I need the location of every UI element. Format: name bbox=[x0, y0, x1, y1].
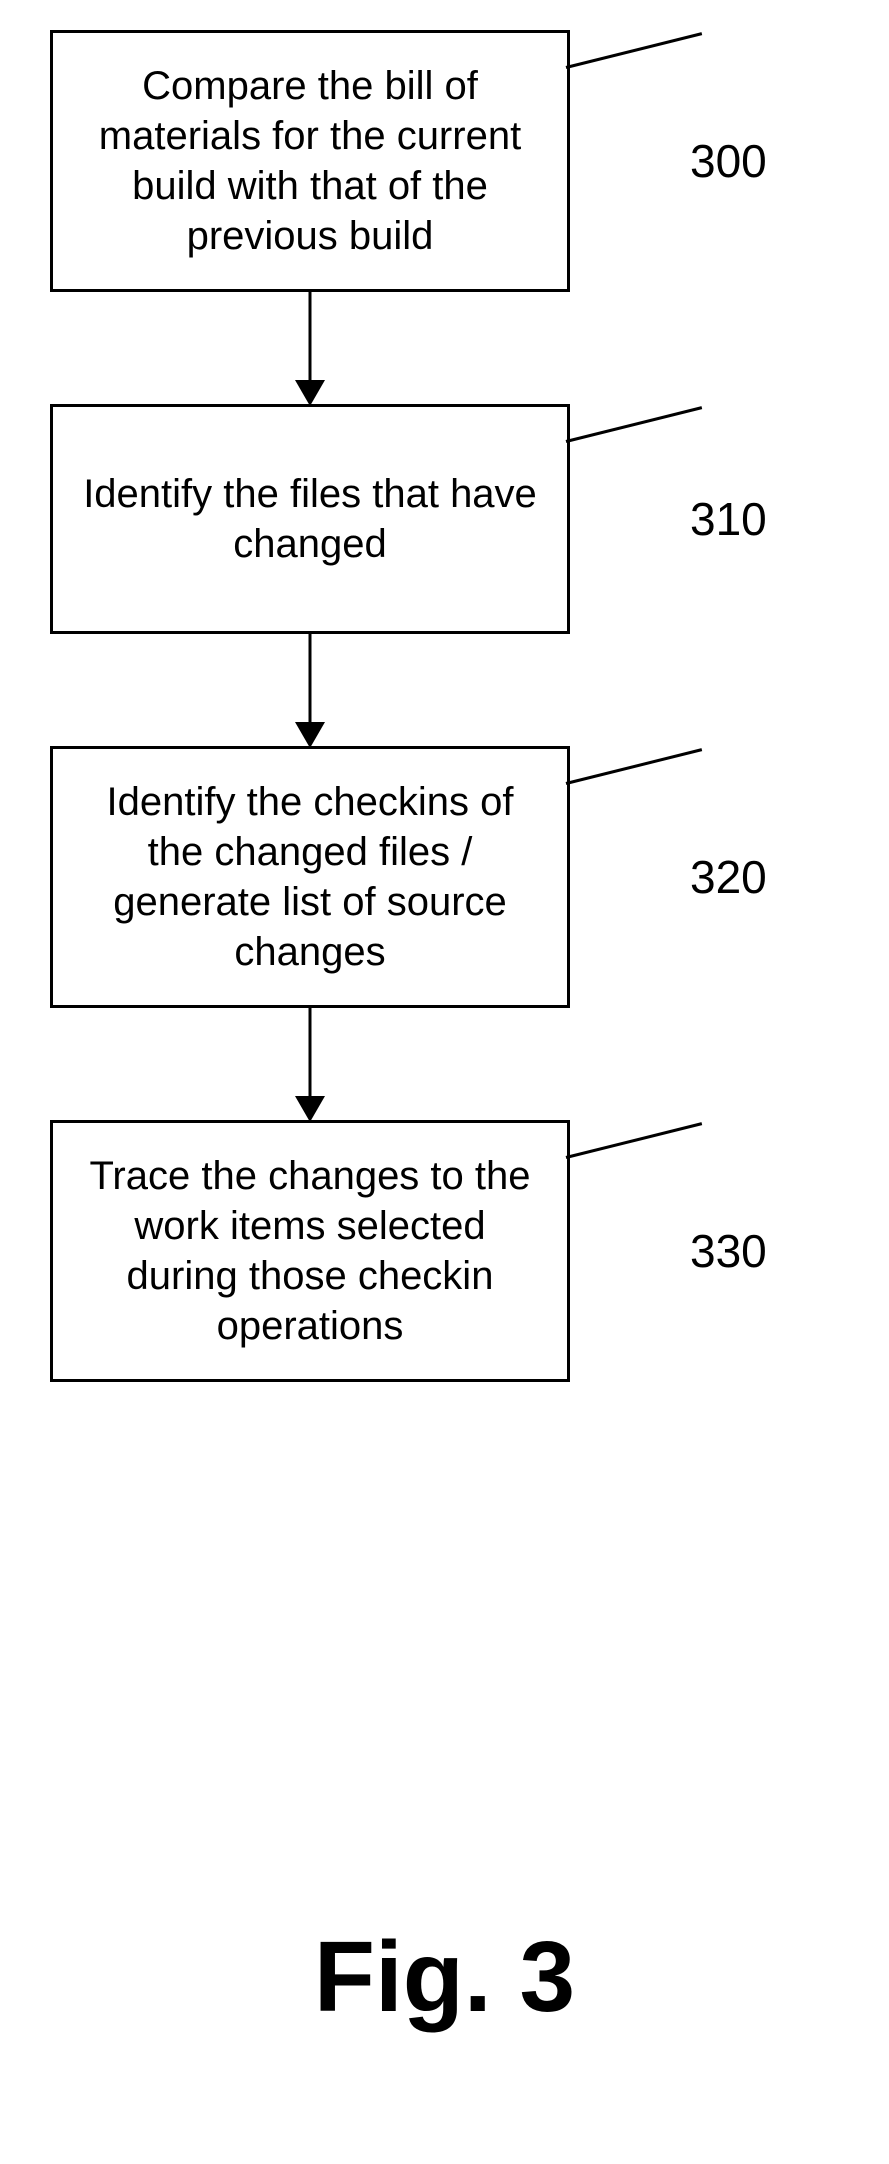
figure-caption: Fig. 3 bbox=[0, 1920, 889, 2035]
step-label-330: 330 bbox=[690, 1224, 767, 1278]
leader-line bbox=[566, 748, 703, 785]
leader-line bbox=[566, 1122, 703, 1159]
step-box-300: Compare the bill of materials for the cu… bbox=[50, 30, 570, 292]
step-text: Identify the files that have changed bbox=[83, 472, 537, 566]
step-row: Identify the checkins of the changed fil… bbox=[50, 746, 830, 1008]
leader-line bbox=[566, 32, 703, 69]
flowchart: Compare the bill of materials for the cu… bbox=[50, 30, 830, 1382]
arrow bbox=[50, 1008, 570, 1120]
step-box-330: Trace the changes to the work items sele… bbox=[50, 1120, 570, 1382]
step-label-320: 320 bbox=[690, 850, 767, 904]
step-text: Trace the changes to the work items sele… bbox=[89, 1154, 530, 1348]
step-text: Compare the bill of materials for the cu… bbox=[99, 64, 521, 258]
step-row: Compare the bill of materials for the cu… bbox=[50, 30, 830, 292]
arrow bbox=[50, 634, 570, 746]
leader-line bbox=[566, 406, 703, 443]
step-row: Identify the files that have changed 310 bbox=[50, 404, 830, 634]
step-row: Trace the changes to the work items sele… bbox=[50, 1120, 830, 1382]
arrow bbox=[50, 292, 570, 404]
step-label-310: 310 bbox=[690, 492, 767, 546]
step-box-320: Identify the checkins of the changed fil… bbox=[50, 746, 570, 1008]
step-box-310: Identify the files that have changed bbox=[50, 404, 570, 634]
step-text: Identify the checkins of the changed fil… bbox=[107, 780, 514, 974]
step-label-300: 300 bbox=[690, 134, 767, 188]
